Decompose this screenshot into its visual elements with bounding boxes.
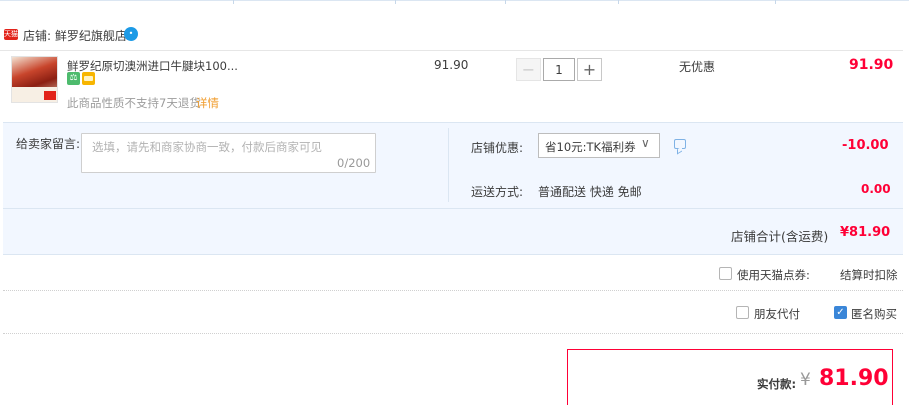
shipping-fee: 0.00: [861, 182, 891, 196]
header-column-mark: [395, 0, 396, 4]
points-deduction-note: 结算时扣除: [840, 268, 898, 282]
quantity-input[interactable]: [543, 58, 575, 81]
item-discount-status: 无优惠: [679, 60, 716, 74]
item-total-price: 91.90: [849, 57, 894, 73]
thumbnail-tag: [44, 91, 56, 100]
shop-promotion-amount: -10.00: [842, 138, 889, 153]
card-stripe: [84, 76, 93, 81]
header-column-mark: [618, 0, 619, 4]
friend-pay-label[interactable]: 朋友代付: [754, 306, 800, 322]
panel-vertical-divider: [448, 128, 449, 202]
quantity-increase-button[interactable]: +: [577, 58, 602, 81]
wangwang-chat-icon[interactable]: •: [124, 27, 138, 41]
header-column-mark: [505, 0, 506, 4]
credit-card-icon[interactable]: [82, 72, 95, 85]
header-column-mark: [233, 0, 234, 4]
payment-currency: ¥: [800, 370, 811, 390]
payment-total-amount: 81.90: [819, 366, 889, 391]
unit-price: 91.90: [434, 58, 469, 72]
friend-pay-checkbox[interactable]: [736, 306, 749, 319]
use-coupon-points-label[interactable]: 使用天猫点券:: [737, 267, 810, 283]
seller-memo-label: 给卖家留言:: [16, 137, 81, 151]
anonymous-purchase-label[interactable]: 匿名购买: [851, 306, 897, 322]
shop-promotion-label: 店铺优惠:: [471, 141, 524, 155]
shipping-method-label: 运送方式:: [471, 185, 524, 199]
options-divider: [3, 333, 903, 334]
options-divider: [3, 290, 903, 291]
shop-subtotal-amount: ¥81.90: [840, 225, 891, 240]
return-policy-details-link[interactable]: 详情: [196, 95, 219, 111]
seller-memo-placeholder: 选填，请先和商家协商一致，付款后商家可见: [92, 140, 322, 154]
payment-total-label: 实付款:: [757, 377, 797, 391]
panel-divider: [3, 208, 903, 209]
use-coupon-points-checkbox[interactable]: [719, 267, 732, 280]
quality-guarantee-icon[interactable]: ⚖: [67, 72, 80, 85]
shop-name-link[interactable]: 店铺: 鲜罗纪旗舰店: [23, 27, 127, 44]
product-thumbnail[interactable]: [11, 56, 58, 103]
promotion-info-icon[interactable]: [674, 139, 686, 149]
anonymous-purchase-checkbox[interactable]: ✓: [834, 306, 847, 319]
shop-promotion-selected: 省10元:TK福利券: [545, 140, 636, 154]
return-policy-note: 此商品性质不支持7天退货: [67, 96, 201, 110]
quantity-decrease-button[interactable]: −: [516, 58, 541, 81]
top-divider: [0, 0, 909, 1]
seller-memo-char-count: 0/200: [337, 156, 371, 170]
tmall-badge-icon: 天猫: [4, 29, 18, 40]
shipping-method-value: 普通配送 快递 免邮: [538, 185, 642, 199]
header-column-mark: [775, 0, 776, 4]
shop-subtotal-label: 店铺合计(含运费): [731, 229, 829, 244]
chevron-down-icon[interactable]: ∨: [641, 136, 650, 150]
